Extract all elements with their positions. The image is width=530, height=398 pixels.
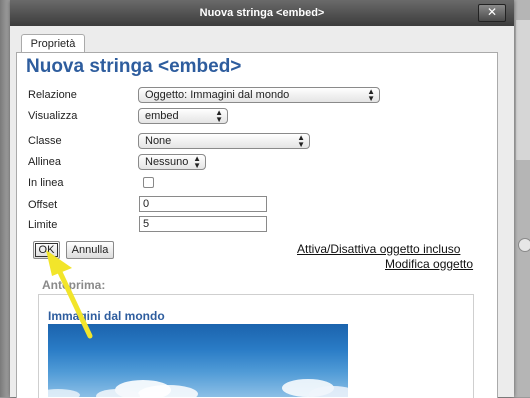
offset-label: Offset bbox=[28, 199, 58, 211]
edit-object-link[interactable]: Modifica oggetto bbox=[385, 257, 473, 271]
toggle-embedded-link[interactable]: Attiva/Disattiva oggetto incluso bbox=[297, 242, 460, 256]
allinea-label: Allinea bbox=[28, 156, 62, 168]
visualizza-select[interactable]: embed ▲ ▼ bbox=[138, 108, 228, 124]
background-panel bbox=[516, 20, 530, 160]
dialog-title: Nuova stringa <embed> bbox=[199, 7, 325, 19]
allinea-select[interactable]: Nessuno ▲ ▼ bbox=[138, 154, 206, 170]
classe-value: None bbox=[145, 135, 172, 147]
relazione-select[interactable]: Oggetto: Immagini dal mondo ▲ ▼ bbox=[138, 87, 380, 103]
ok-button[interactable]: OK bbox=[33, 241, 60, 259]
offset-input[interactable]: 0 bbox=[139, 196, 267, 212]
sky-image bbox=[48, 379, 348, 397]
close-button[interactable]: ✕ bbox=[478, 4, 506, 22]
tab-proprieta[interactable]: Proprietà bbox=[21, 34, 85, 53]
limite-label: Limite bbox=[28, 219, 58, 231]
dialog-titlebar[interactable]: Nuova stringa <embed> bbox=[10, 0, 514, 26]
limite-input[interactable]: 5 bbox=[139, 216, 267, 232]
allinea-value: Nessuno bbox=[145, 156, 189, 168]
help-icon bbox=[518, 238, 530, 252]
preview-label: Anteprima: bbox=[42, 278, 106, 292]
classe-label: Classe bbox=[28, 135, 62, 147]
close-icon: ✕ bbox=[486, 5, 498, 19]
updown-chevron-icon: ▲ ▼ bbox=[215, 108, 223, 124]
preview-title: Immagini dal mondo bbox=[48, 309, 165, 323]
classe-select[interactable]: None ▲ ▼ bbox=[138, 133, 310, 149]
in-linea-checkbox[interactable] bbox=[143, 177, 154, 188]
updown-chevron-icon: ▲ ▼ bbox=[367, 87, 375, 103]
in-linea-label: In linea bbox=[28, 177, 64, 189]
page-title: Nuova stringa <embed> bbox=[26, 56, 242, 77]
updown-chevron-icon: ▲ ▼ bbox=[193, 154, 201, 170]
visualizza-label: Visualizza bbox=[28, 110, 78, 122]
relazione-label: Relazione bbox=[28, 89, 77, 101]
updown-chevron-icon: ▲ ▼ bbox=[297, 133, 305, 149]
background-page-right bbox=[514, 0, 530, 397]
visualizza-value: embed bbox=[145, 110, 179, 122]
background-page-left bbox=[0, 0, 10, 397]
embed-dialog: Nuova stringa <embed> ✕ Proprietà Nuova … bbox=[10, 0, 514, 398]
relazione-value: Oggetto: Immagini dal mondo bbox=[145, 89, 290, 101]
annulla-button[interactable]: Annulla bbox=[66, 241, 114, 259]
preview-image bbox=[48, 324, 348, 397]
